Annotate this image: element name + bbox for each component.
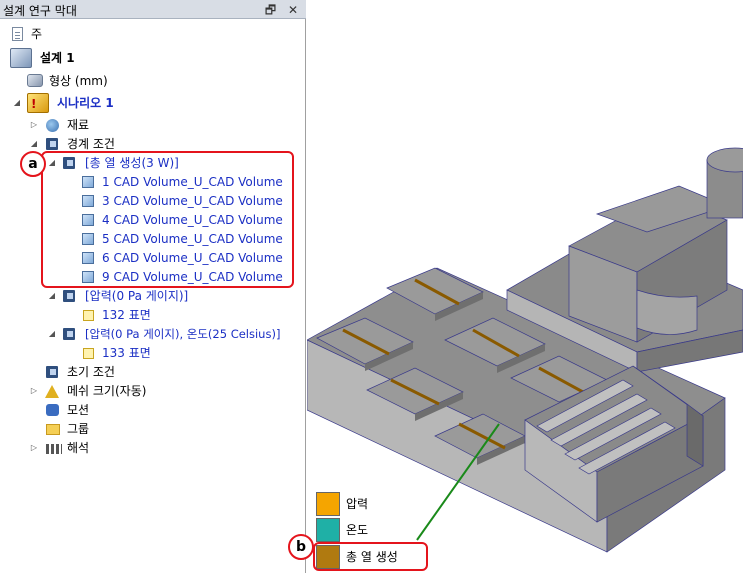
tree-label: 초기 조건 bbox=[67, 365, 115, 379]
initial-condition-icon bbox=[46, 366, 58, 378]
collapse-arrow-icon[interactable]: ◢ bbox=[47, 287, 57, 305]
legend-swatch-temperature bbox=[316, 518, 340, 542]
tree-item-main[interactable]: 주 bbox=[0, 25, 300, 43]
cylinder-component bbox=[706, 147, 743, 219]
surface-icon bbox=[83, 348, 94, 359]
callout-label-b: b bbox=[288, 534, 314, 560]
panel-title: 설계 연구 막대 bbox=[3, 4, 77, 18]
panel-window-buttons[interactable]: 🗗 ✕ bbox=[265, 1, 302, 22]
callout-box-a bbox=[41, 151, 294, 288]
cad-model bbox=[307, 147, 743, 553]
folder-icon bbox=[46, 424, 60, 435]
document-icon bbox=[12, 27, 23, 41]
tree-item-pressure[interactable]: ◢ [압력(0 Pa 게이지)] bbox=[0, 287, 300, 305]
legend-label: 온도 bbox=[346, 523, 369, 537]
tree-label: 메쉬 크기(자동) bbox=[67, 384, 147, 398]
tree-item-surface[interactable]: 133 표면 bbox=[0, 344, 300, 362]
tree-label: 133 표면 bbox=[102, 346, 151, 360]
surface-icon bbox=[83, 310, 94, 321]
tree-label: 주 bbox=[31, 27, 43, 41]
expand-arrow-icon[interactable]: ▷ bbox=[29, 439, 39, 457]
geometry-icon bbox=[27, 74, 43, 87]
analysis-icon bbox=[46, 444, 62, 454]
tree-item-groups[interactable]: 그룹 bbox=[0, 420, 300, 438]
scenario-icon bbox=[27, 93, 49, 113]
tree-item-pressure-temperature[interactable]: ◢ [압력(0 Pa 게이지), 온도(25 Celsius)] bbox=[0, 325, 306, 343]
tree-label: 형상 (mm) bbox=[49, 74, 108, 88]
tree-label: 시나리오 1 bbox=[57, 96, 114, 110]
tree-label: 해석 bbox=[67, 441, 90, 455]
tree-item-design[interactable]: 설계 1 bbox=[0, 48, 300, 68]
tree-item-surface[interactable]: 132 표면 bbox=[0, 306, 300, 324]
expand-arrow-icon[interactable]: ▷ bbox=[29, 382, 39, 400]
legend-swatch-pressure bbox=[316, 492, 340, 516]
tree-label: 모션 bbox=[67, 403, 90, 417]
tree-label: 그룹 bbox=[67, 422, 90, 436]
3d-viewport[interactable] bbox=[307, 0, 743, 573]
panel-header: 설계 연구 막대 🗗 ✕ bbox=[0, 0, 306, 19]
callout-box-b bbox=[313, 542, 428, 571]
motion-icon bbox=[46, 404, 59, 416]
tree-item-motion[interactable]: 모션 bbox=[0, 401, 300, 419]
design-study-bar: 설계 연구 막대 🗗 ✕ 주 설계 1 형상 (mm) ◢ 시나리오 1 ▷ 재… bbox=[0, 0, 306, 573]
legend-label: 압력 bbox=[346, 497, 369, 511]
tree-item-geometry[interactable]: 형상 (mm) bbox=[0, 72, 300, 90]
tree-label: 재료 bbox=[67, 118, 90, 132]
tree-item-scenario[interactable]: ◢ 시나리오 1 bbox=[0, 93, 300, 113]
tree-label: 132 표면 bbox=[102, 308, 151, 322]
tree-item-initial-conditions[interactable]: 초기 조건 bbox=[0, 363, 300, 381]
collapse-arrow-icon[interactable]: ◢ bbox=[47, 325, 57, 343]
expand-arrow-icon[interactable]: ▷ bbox=[29, 116, 39, 134]
tree-item-materials[interactable]: ▷ 재료 bbox=[0, 116, 300, 134]
boundary-condition-icon bbox=[63, 328, 75, 340]
tree-label: [압력(0 Pa 게이지), 온도(25 Celsius)] bbox=[85, 327, 281, 341]
tree-label: 설계 1 bbox=[40, 51, 75, 65]
boundary-condition-icon bbox=[63, 290, 75, 302]
tree-item-mesh-size[interactable]: ▷ 메쉬 크기(자동) bbox=[0, 382, 300, 400]
tree-label: [압력(0 Pa 게이지)] bbox=[85, 289, 189, 303]
design-icon bbox=[10, 48, 32, 68]
boundary-condition-icon bbox=[46, 138, 58, 150]
mesh-icon bbox=[45, 385, 59, 398]
materials-icon bbox=[46, 119, 59, 132]
collapse-arrow-icon[interactable]: ◢ bbox=[12, 94, 22, 112]
tree-item-analysis[interactable]: ▷ 해석 bbox=[0, 439, 300, 457]
callout-label-a: a bbox=[20, 151, 46, 177]
